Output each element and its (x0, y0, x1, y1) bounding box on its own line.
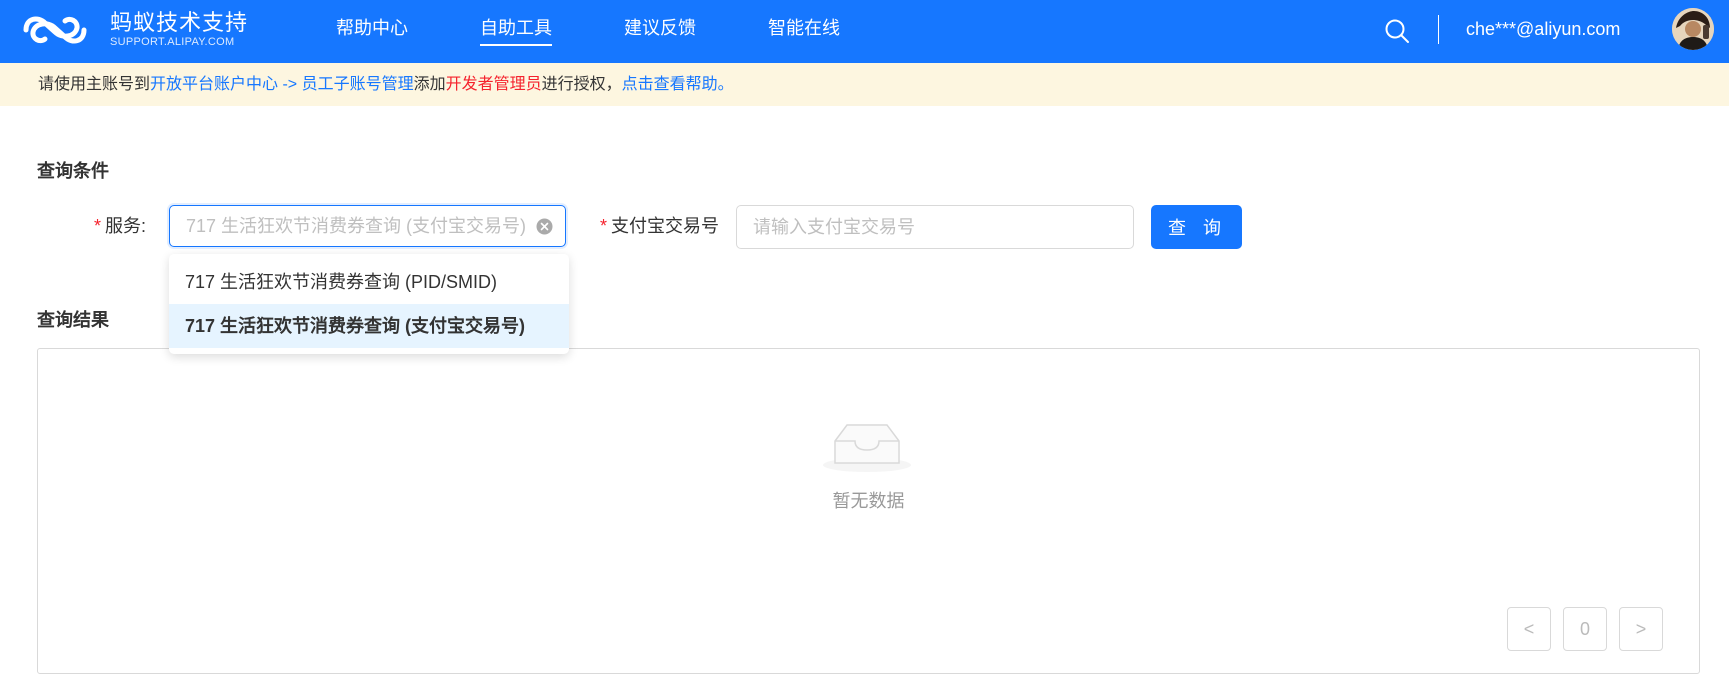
top-header: 蚂蚁技术支持 SUPPORT.ALIPAY.COM 帮助中心 自助工具 建议反馈… (0, 0, 1729, 63)
nav-online-service[interactable]: 智能在线 (768, 0, 840, 63)
nav-self-service-tools[interactable]: 自助工具 (480, 0, 552, 63)
results-table: 暂无数据 < 0 > (37, 348, 1700, 674)
service-label-text: 服务 (105, 216, 142, 236)
user-email[interactable]: che***@aliyun.com (1466, 17, 1620, 41)
prev-page-button[interactable]: < (1507, 607, 1551, 651)
service-select[interactable]: 717 生活狂欢节消费券查询 (支付宝交易号) (169, 205, 566, 247)
view-help-link[interactable]: 点击查看帮助。 (622, 76, 734, 93)
logo-title: 蚂蚁技术支持 (110, 10, 249, 35)
notice-text-part: 进行授权， (541, 76, 622, 93)
query-results-title: 查询结果 (37, 310, 109, 330)
logo-subtitle: SUPPORT.ALIPAY.COM (110, 36, 235, 48)
site-logo[interactable]: 蚂蚁技术支持 SUPPORT.ALIPAY.COM (110, 10, 248, 48)
ant-logo-icon[interactable] (20, 10, 90, 50)
notice-text: 请使用主账号到开放平台账户中心 -> 员工子账号管理添加开发者管理员进行授权，点… (38, 63, 734, 106)
main-nav: 帮助中心 自助工具 建议反馈 智能在线 (336, 0, 912, 63)
search-icon[interactable] (1383, 17, 1411, 45)
service-label: * 服务: (94, 214, 146, 238)
query-button[interactable]: 查 询 (1151, 205, 1242, 249)
trade-number-label: * 支付宝交易号 (600, 214, 719, 238)
avatar[interactable] (1672, 8, 1714, 50)
clear-icon[interactable] (536, 218, 553, 235)
required-mark: * (94, 216, 102, 236)
nav-feedback[interactable]: 建议反馈 (624, 0, 696, 63)
notice-text-part: 添加 (413, 76, 446, 93)
trade-number-label-text: 支付宝交易号 (611, 216, 720, 236)
notice-text-part: 请使用主账号到 (38, 76, 151, 93)
nav-help-center[interactable]: 帮助中心 (336, 0, 408, 63)
header-divider (1438, 15, 1439, 44)
service-dropdown: 717 生活狂欢节消费券查询 (PID/SMID) 717 生活狂欢节消费券查询… (169, 254, 569, 354)
page-number[interactable]: 0 (1563, 607, 1607, 651)
service-label-colon: : (141, 216, 147, 236)
avatar-image-icon (1672, 8, 1714, 50)
next-page-button[interactable]: > (1619, 607, 1663, 651)
query-conditions-title: 查询条件 (37, 161, 109, 181)
dropdown-option-pid-smid[interactable]: 717 生活狂欢节消费券查询 (PID/SMID) (169, 260, 569, 304)
trade-number-input[interactable] (736, 205, 1134, 249)
required-mark: * (600, 216, 608, 236)
empty-inbox-icon (823, 424, 911, 472)
empty-state-text: 暂无数据 (832, 491, 905, 511)
dropdown-option-trade-number[interactable]: 717 生活狂欢节消费券查询 (支付宝交易号) (169, 304, 569, 348)
account-center-link[interactable]: 开放平台账户中心 -> 员工子账号管理 (150, 76, 414, 93)
developer-admin-highlight: 开发者管理员 (445, 76, 542, 93)
service-select-value: 717 生活狂欢节消费券查询 (支付宝交易号) (186, 216, 527, 236)
notice-banner: 请使用主账号到开放平台账户中心 -> 员工子账号管理添加开发者管理员进行授权，点… (0, 63, 1729, 106)
